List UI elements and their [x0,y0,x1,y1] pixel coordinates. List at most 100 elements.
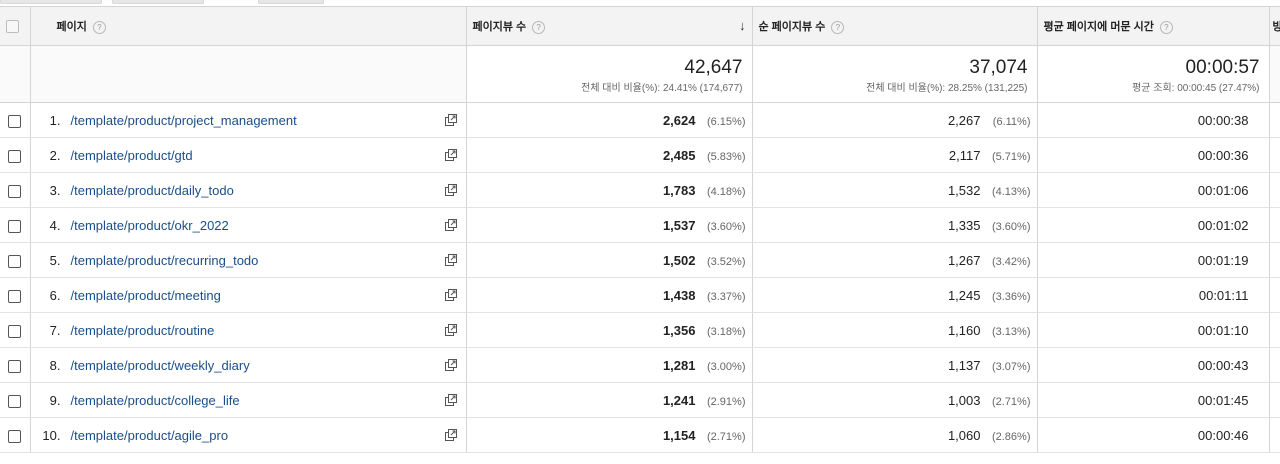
avg-time-cell: 00:00:36 [1037,137,1270,173]
row-select-cell [0,172,31,208]
open-in-new-window-icon [444,393,457,406]
unique-pageviews-value: 1,137 [947,357,981,373]
row-select-cell [0,207,31,243]
row-index: 6. [49,287,61,303]
open-in-new-window-icon [444,358,457,371]
column-header-next-partial[interactable]: 방 [1269,6,1280,46]
pageviews-percent: (2.71%) [706,430,746,443]
avg-time-cell: 00:01:02 [1037,207,1270,243]
row-checkbox[interactable] [8,219,21,233]
avg-time-value: 00:01:06 [1197,182,1249,198]
row-checkbox[interactable] [8,394,21,408]
pageviews-percent: (3.37%) [706,290,746,303]
help-icon[interactable]: ? [92,20,106,34]
open-in-new-window-icon[interactable] [444,218,458,232]
pageviews-value: 1,537 [662,217,696,233]
pageviews-percent: (5.83%) [706,150,746,163]
page-link[interactable]: /template/product/recurring_todo [71,253,259,268]
open-in-new-window-icon[interactable] [444,113,458,127]
unique-pageviews-value: 1,335 [947,217,981,233]
row-checkbox[interactable] [8,359,21,373]
open-in-new-window-icon[interactable] [444,148,458,162]
unique-pageviews-percent: (3.60%) [991,220,1031,233]
avg-time-value: 00:01:19 [1197,252,1249,268]
row-checkbox[interactable] [8,114,21,128]
open-in-new-window-icon[interactable] [444,183,458,197]
pageviews-percent: (2.91%) [706,395,746,408]
unique-pageviews-cell: 1,267 (3.42%) [752,242,1038,278]
unique-pageviews-percent: (6.11%) [992,115,1031,128]
row-checkbox[interactable] [8,149,21,163]
unique-pageviews-value: 1,060 [947,427,981,443]
page-link[interactable]: /template/product/project_management [71,113,297,128]
row-checkbox[interactable] [8,429,21,443]
unique-pageviews-cell: 1,160 (3.13%) [752,312,1038,348]
row-select-cell [0,382,31,418]
row-index: 3. [49,182,61,198]
open-in-new-window-icon[interactable] [444,393,458,407]
unique-pageviews-percent: (3.42%) [991,255,1031,268]
select-all-checkbox[interactable] [6,19,19,33]
help-icon[interactable]: ? [831,20,845,34]
page-link[interactable]: /template/product/weekly_diary [71,358,250,373]
unique-pageviews-cell: 1,137 (3.07%) [752,347,1038,383]
table-row: 10. /template/product/agile_pro 1,154 (2.7… [0,417,1280,453]
row-checkbox[interactable] [8,254,21,268]
row-checkbox[interactable] [8,324,21,338]
summary-value: 00:00:57 [1185,57,1260,78]
table-row: 8. /template/product/weekly_diary 1,281 (3… [0,347,1280,383]
pageviews-cell: 1,241 (2.91%) [466,382,753,418]
avg-time-value: 00:01:11 [1198,287,1249,303]
page-link[interactable]: /template/product/okr_2022 [71,218,229,233]
sort-descending-arrow-icon[interactable]: ↓ [739,18,746,33]
pageviews-cell: 1,438 (3.37%) [466,277,753,313]
open-in-new-window-icon[interactable] [444,428,458,442]
unique-pageviews-cell: 1,245 (3.36%) [752,277,1038,313]
help-icon[interactable]: ? [532,20,546,34]
table-row: 4. /template/product/okr_2022 1,537 (3.60%… [0,207,1280,243]
open-in-new-window-icon[interactable] [444,288,458,302]
column-header-pageviews[interactable]: 페이지뷰 수? ↓ [466,6,753,46]
page-cell: 1. /template/product/project_management [30,102,467,138]
open-in-new-window-icon[interactable] [444,323,458,337]
pageviews-cell: 1,154 (2.71%) [466,417,753,453]
table-row: 2. /template/product/gtd 2,485 (5.83%) 2,1… [0,137,1280,173]
open-in-new-window-icon [444,428,457,441]
page-cell: 8. /template/product/weekly_diary [30,347,467,383]
unique-pageviews-value: 2,117 [948,147,981,163]
open-in-new-window-icon [444,288,457,301]
page-link[interactable]: /template/product/college_life [71,393,240,408]
column-header-label: 평균 페이지에 머문 시간 [1043,21,1154,33]
pageviews-percent: (3.52%) [706,255,746,268]
page-link[interactable]: /template/product/agile_pro [71,428,229,443]
page-cell: 9. /template/product/college_life [30,382,467,418]
row-index: 9. [49,392,61,408]
avg-time-value: 00:00:36 [1197,147,1249,163]
column-header-avg-time[interactable]: 평균 페이지에 머문 시간? [1037,6,1270,46]
open-in-new-window-icon[interactable] [444,358,458,372]
row-index: 7. [49,322,61,338]
toolbar-tab-edge[interactable] [112,0,204,4]
toolbar-tab-edge[interactable] [0,0,102,4]
column-header-page[interactable]: 페이지? [30,6,467,46]
page-link[interactable]: /template/product/gtd [71,148,193,163]
row-checkbox[interactable] [8,289,21,303]
open-in-new-window-icon[interactable] [444,253,458,267]
page-link[interactable]: /template/product/routine [71,323,215,338]
unique-pageviews-percent: (4.13%) [991,185,1031,198]
unique-pageviews-cell: 1,060 (2.86%) [752,417,1038,453]
toolbar-tab-edge[interactable] [258,0,324,4]
avg-time-cell: 00:01:10 [1037,312,1270,348]
pageviews-percent: (4.18%) [706,185,746,198]
unique-pageviews-value: 1,532 [947,182,981,198]
column-header-unique-pageviews[interactable]: 순 페이지뷰 수? [752,6,1038,46]
pageviews-cell: 1,537 (3.60%) [466,207,753,243]
pageviews-percent: (3.00%) [706,360,746,373]
table-row: 3. /template/product/daily_todo 1,783 (4.1… [0,172,1280,208]
row-checkbox[interactable] [8,184,21,198]
page-link[interactable]: /template/product/daily_todo [71,183,234,198]
open-in-new-window-icon [444,218,457,231]
page-link[interactable]: /template/product/meeting [71,288,221,303]
help-icon[interactable]: ? [1159,20,1173,34]
column-header-label: 페이지 [56,21,87,33]
